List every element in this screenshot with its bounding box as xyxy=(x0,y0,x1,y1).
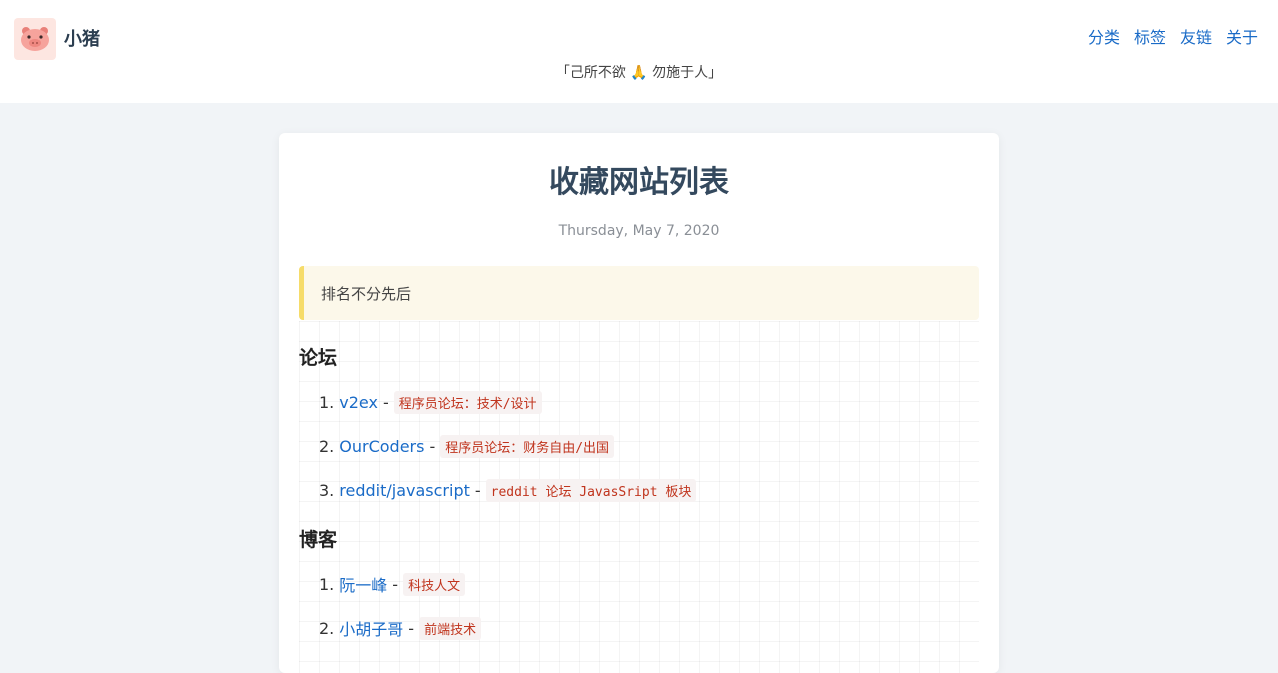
list-item: 1. 阮一峰 - 科技人文 xyxy=(319,572,466,596)
site-description: 程序员论坛：技术/设计 xyxy=(393,391,542,414)
list-item: 2. 小胡子哥 - 前端技术 xyxy=(319,616,482,640)
separator: - xyxy=(429,437,436,456)
site-description: 前端技术 xyxy=(419,616,482,640)
site-description: reddit 论坛 JavasSript 板块 xyxy=(485,479,697,502)
post-content: 论坛 1. v2ex - 程序员论坛：技术/设计 2. OurCoders - … xyxy=(299,321,979,673)
site-header: 小猪 分类 标签 友链 关于 「己所不欲 🙏 勿施于人」 xyxy=(0,0,1278,103)
section-heading-blogs: 博客 xyxy=(299,529,338,551)
site-description: 科技人文 xyxy=(403,572,466,596)
nav-about[interactable]: 关于 xyxy=(1226,24,1258,48)
site-link-ruanyifeng[interactable]: 阮一峰 xyxy=(339,572,387,596)
notice-block: 排名不分先后 xyxy=(299,266,979,320)
site-link-xiaohuzige[interactable]: 小胡子哥 xyxy=(339,616,403,640)
post-date: Thursday, May 7, 2020 xyxy=(558,223,720,239)
site-description: 程序员论坛：财务自由/出国 xyxy=(440,435,615,458)
list-item: 1. v2ex - 程序员论坛：技术/设计 xyxy=(319,391,542,414)
list-item: 3. reddit/javascript - reddit 论坛 JavasSr… xyxy=(319,479,697,502)
list-number: 1. xyxy=(319,574,335,594)
separator: - xyxy=(392,574,399,594)
site-link-v2ex[interactable]: v2ex xyxy=(339,393,378,412)
site-link-ourcoders[interactable]: OurCoders xyxy=(339,437,424,456)
nav-categories[interactable]: 分类 xyxy=(1088,24,1120,48)
site-title[interactable]: 小猪 xyxy=(64,25,100,51)
list-number: 2. xyxy=(319,618,335,638)
post-card: 收藏网站列表 Thursday, May 7, 2020 排名不分先后 论坛 1… xyxy=(279,133,999,673)
list-number: 3. xyxy=(319,481,335,500)
section-heading-forums: 论坛 xyxy=(299,347,338,369)
list-number: 1. xyxy=(319,393,335,412)
separator: - xyxy=(408,618,415,638)
separator: - xyxy=(382,393,389,412)
main-nav: 分类 标签 友链 关于 xyxy=(1088,24,1258,48)
notice-text: 排名不分先后 xyxy=(321,284,412,303)
site-logo[interactable] xyxy=(14,18,56,60)
nav-tags[interactable]: 标签 xyxy=(1134,24,1166,48)
list-number: 2. xyxy=(319,437,335,456)
post-title: 收藏网站列表 xyxy=(549,165,729,200)
list-item: 2. OurCoders - 程序员论坛：财务自由/出国 xyxy=(319,435,615,458)
nav-friends[interactable]: 友链 xyxy=(1180,24,1212,48)
site-slogan: 「己所不欲 🙏 勿施于人」 xyxy=(555,65,723,81)
pig-face-icon xyxy=(21,27,49,51)
separator: - xyxy=(474,481,481,500)
site-link-reddit-javascript[interactable]: reddit/javascript xyxy=(339,481,470,500)
